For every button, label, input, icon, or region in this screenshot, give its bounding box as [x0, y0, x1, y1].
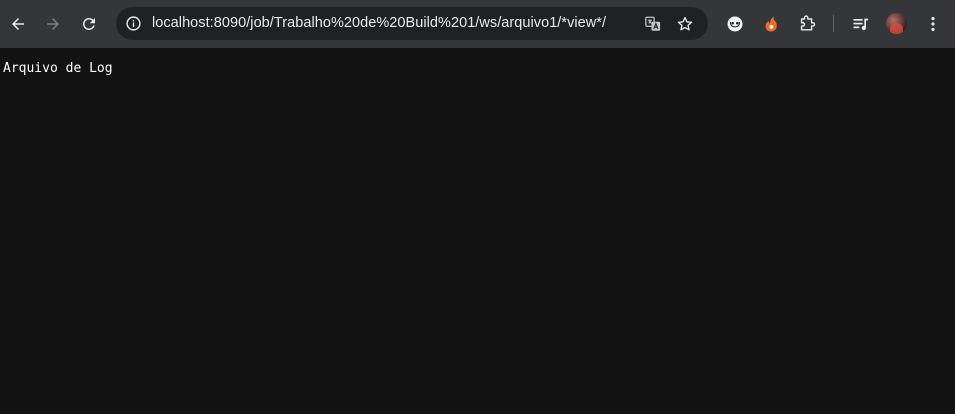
toolbar-separator — [833, 15, 834, 32]
bookmark-button[interactable] — [673, 12, 697, 36]
translate-button[interactable] — [641, 12, 665, 36]
reload-icon — [82, 17, 95, 30]
puzzle-icon — [800, 15, 816, 31]
media-queue-icon — [853, 18, 869, 31]
log-file-text: Arquivo de Log — [3, 61, 113, 76]
site-info-button[interactable] — [121, 11, 146, 36]
back-button[interactable] — [4, 10, 32, 38]
dark-reader-extension-button[interactable] — [723, 12, 747, 36]
url-text[interactable]: localhost:8090/job/Trabalho%20de%20Build… — [152, 15, 606, 31]
reload-button[interactable] — [75, 10, 103, 38]
star-icon — [677, 16, 693, 31]
arrow-left-icon — [12, 18, 24, 30]
dark-reader-icon — [727, 16, 743, 32]
translate-icon — [645, 16, 661, 31]
vertical-dots-icon — [931, 17, 935, 31]
extensions-button[interactable] — [795, 12, 819, 36]
info-icon — [126, 16, 141, 31]
browser-toolbar: localhost:8090/job/Trabalho%20de%20Build… — [0, 0, 955, 48]
arrow-right-icon — [47, 18, 59, 30]
media-controls-button[interactable] — [849, 12, 873, 36]
address-bar[interactable]: localhost:8090/job/Trabalho%20de%20Build… — [116, 7, 708, 40]
flame-extension-icon — [765, 16, 777, 32]
forward-button[interactable] — [39, 10, 67, 38]
browser-menu-button[interactable] — [921, 12, 945, 36]
page-content: Arquivo de Log — [0, 48, 955, 414]
profile-avatar[interactable] — [886, 13, 907, 34]
flame-extension-button[interactable] — [759, 12, 783, 36]
